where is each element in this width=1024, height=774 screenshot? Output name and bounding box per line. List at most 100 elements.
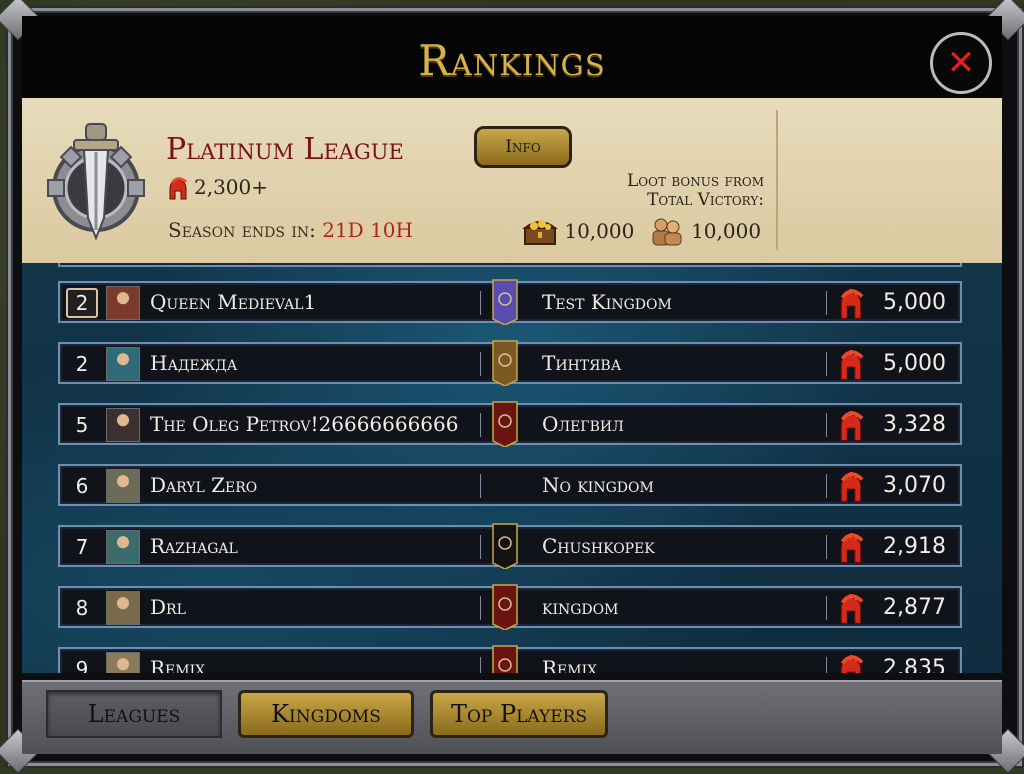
loot-bonus-label: Loot bonus from Total Victory: [570,172,764,210]
score-value: 3,328 [883,412,946,437]
player-avatar[interactable] [106,652,140,673]
loot-population-value: 10,000 [691,219,762,243]
spartan-helmet-icon [840,472,864,503]
table-row[interactable]: 2 Queen Medieval1 Test Kingdom 5,000 [58,279,962,325]
season-time: 21D 10H [322,218,413,242]
column-divider [826,291,827,315]
kingdom-name[interactable]: No kingdom [542,473,654,497]
table-row[interactable]: 9 Remix Remix 2,835 [58,645,962,673]
player-name[interactable]: Queen Medieval1 [150,290,316,314]
column-divider [826,352,827,376]
rank-number: 8 [75,596,89,620]
rank-number: 5 [75,413,89,437]
tab-top-players[interactable]: Top Players [430,690,608,738]
spartan-helmet-icon [840,289,864,320]
spartan-helmet-icon [840,350,864,381]
player-name[interactable]: Daryl Zero [150,473,257,497]
population-icon [652,218,682,246]
info-button[interactable]: Info [474,126,572,168]
rank-number: 7 [75,535,89,559]
kingdom-name[interactable]: Test Kingdom [542,290,672,314]
score-value: 5,000 [883,351,946,376]
tab-kingdoms[interactable]: Kingdoms [238,690,414,738]
player-avatar[interactable] [106,347,140,381]
spartan-helmet-icon [840,655,864,673]
score-helmet [836,594,866,630]
kingdom-banner-icon[interactable] [492,645,518,673]
kingdom-banner-icon[interactable] [492,401,518,447]
score-helmet [836,533,866,569]
column-divider [480,535,481,559]
rankings-list[interactable]: 2 Queen Medieval1 Test Kingdom 5,000 2 Надежд… [22,263,1002,673]
spartan-helmet-icon [169,176,187,199]
score-value: 2,835 [883,656,946,673]
close-button[interactable]: ✕ [930,32,992,94]
trophy-requirement: 2,300+ [166,175,268,201]
league-emblem-icon [47,123,145,241]
score-helmet [836,472,866,508]
player-name[interactable]: Remix [150,656,205,673]
player-avatar[interactable] [106,286,140,320]
column-divider [826,596,827,620]
rank-number: 9 [75,657,89,673]
player-name[interactable]: Надежда [150,351,237,375]
table-row[interactable]: 2 Надежда Тинтява 5,000 [58,340,962,386]
rank-number: 2 [75,352,89,376]
window-title: Rankings [418,36,606,85]
league-name: Platinum League [166,132,404,167]
column-divider [826,474,827,498]
kingdom-banner-icon[interactable] [492,523,518,569]
score-helmet [836,655,866,673]
player-avatar[interactable] [106,469,140,503]
table-row[interactable]: 5 The Oleg Petrov!26666666666 Олегвил 3,328 [58,401,962,447]
kingdom-name[interactable]: kingdom [542,595,618,619]
player-name[interactable]: Drl [150,595,186,619]
loot-bonus-values: 10,000 10,000 [522,216,761,246]
close-icon: ✕ [946,43,976,83]
season-timer: Season ends in: 21D 10H [168,218,413,242]
score-value: 2,918 [883,534,946,559]
table-row-partial [58,263,962,267]
kingdom-banner-icon[interactable] [492,340,518,386]
kingdom-banner-icon[interactable] [492,584,518,630]
loot-label-line1: Loot bonus from [627,171,764,191]
column-divider [826,535,827,559]
column-divider [826,657,827,673]
table-row[interactable]: 7 Razhagal Chushkopek 2,918 [58,523,962,569]
column-divider [480,596,481,620]
score-helmet [836,289,866,325]
trophy-requirement-value: 2,300+ [194,175,269,199]
panel-divider [776,110,778,250]
player-name[interactable]: Razhagal [150,534,238,558]
column-divider [480,352,481,376]
score-helmet [836,411,866,447]
score-value: 3,070 [883,473,946,498]
spartan-helmet-icon [840,594,864,625]
treasure-chest-icon [522,220,558,245]
season-label: Season ends in: [168,218,316,242]
tab-leagues[interactable]: Leagues [46,690,222,738]
spartan-helmet-icon [840,533,864,564]
player-name[interactable]: The Oleg Petrov!26666666666 [150,412,459,436]
kingdom-name[interactable]: Chushkopek [542,534,655,558]
score-value: 5,000 [883,290,946,315]
score-value: 2,877 [883,595,946,620]
score-helmet [836,350,866,386]
player-avatar[interactable] [106,591,140,625]
column-divider [826,413,827,437]
table-row[interactable]: 6 Daryl Zero No kingdom 3,070 [58,464,962,506]
player-avatar[interactable] [106,408,140,442]
column-divider [480,474,481,498]
loot-label-line2: Total Victory: [647,190,764,210]
loot-gold-value: 10,000 [564,219,635,243]
player-avatar[interactable] [106,530,140,564]
kingdom-name[interactable]: Олегвил [542,412,624,436]
column-divider [480,657,481,673]
rank-number: 6 [75,474,89,498]
kingdom-banner-icon[interactable] [492,279,518,325]
table-row[interactable]: 8 Drl kingdom 2,877 [58,584,962,630]
spartan-helmet-icon [840,411,864,442]
kingdom-name[interactable]: Remix [542,656,597,673]
column-divider [480,291,481,315]
kingdom-name[interactable]: Тинтява [542,351,621,375]
